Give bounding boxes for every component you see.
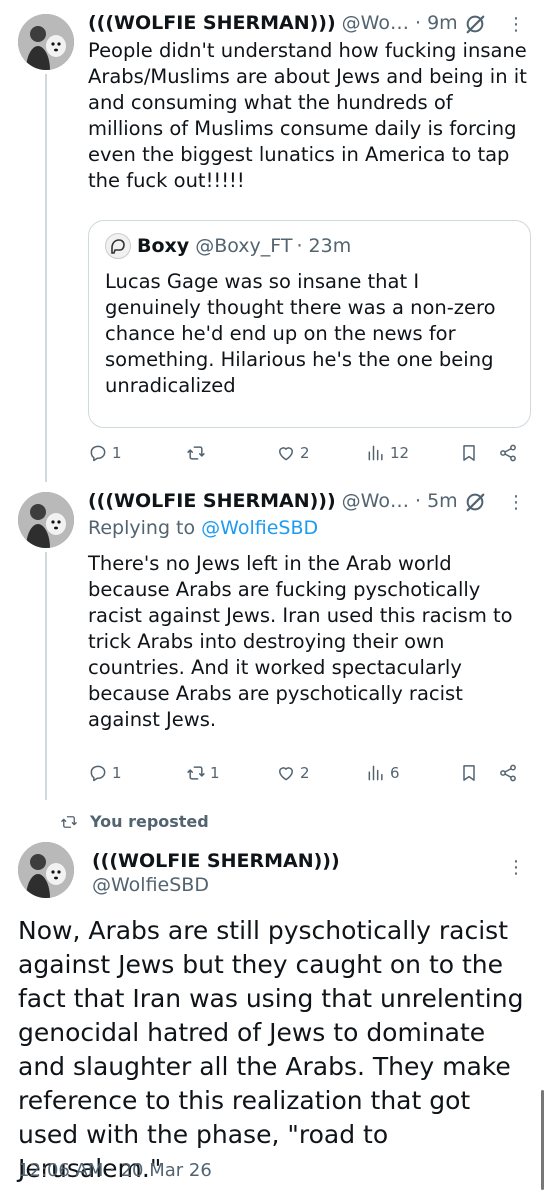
- replying-to-handle[interactable]: @WolfieSBD: [201, 517, 318, 539]
- avatar-image: [18, 492, 74, 548]
- bookmark-icon: [459, 763, 479, 783]
- quoted-tweet[interactable]: Boxy @Boxy_FT · 23m Lucas Gage was so in…: [88, 220, 531, 428]
- views-count: 12: [390, 444, 410, 462]
- quote-display-name[interactable]: Boxy: [137, 235, 189, 257]
- avatar[interactable]: [18, 492, 74, 548]
- speech-bubble-icon: [88, 443, 108, 463]
- grok-slash-circle-icon[interactable]: [464, 491, 486, 513]
- repost-button[interactable]: 1: [186, 763, 220, 783]
- thread-line: [45, 74, 47, 482]
- tweet-text: There's no Jews left in the Arab world b…: [88, 552, 513, 731]
- repost-count: 1: [210, 764, 220, 782]
- bookmark-button[interactable]: [459, 443, 479, 463]
- more-vertical-icon[interactable]: ⋮: [506, 15, 526, 35]
- repost-arrows-icon: [186, 763, 206, 783]
- share-icon: [498, 443, 518, 463]
- reply-button[interactable]: 1: [88, 763, 122, 783]
- repost-arrows-icon: [186, 443, 206, 463]
- repost-arrows-icon: [60, 813, 78, 831]
- timestamp[interactable]: · 5m: [415, 490, 458, 512]
- replying-to: Replying to @WolfieSBD: [88, 517, 318, 539]
- repost-button[interactable]: [186, 443, 210, 463]
- bar-chart-icon: [366, 443, 386, 463]
- handle[interactable]: @Wo…: [342, 490, 409, 512]
- like-count: 2: [300, 444, 310, 462]
- quote-text: Lucas Gage was so insane that I genuinel…: [105, 270, 496, 397]
- bookmark-button[interactable]: [459, 763, 479, 783]
- avatar[interactable]: [18, 842, 74, 898]
- share-button[interactable]: [498, 763, 518, 783]
- timestamp[interactable]: · 9m: [415, 12, 458, 34]
- scrollbar[interactable]: [541, 1090, 544, 1190]
- replying-prefix: Replying to: [88, 517, 202, 539]
- display-name[interactable]: (((WOLFIE SHERMAN))): [92, 850, 340, 872]
- grok-slash-circle-icon[interactable]: [464, 13, 486, 35]
- like-button[interactable]: 2: [276, 763, 310, 783]
- bar-chart-icon: [366, 763, 386, 783]
- avatar-image: [18, 14, 74, 70]
- like-count: 2: [300, 764, 310, 782]
- tweet-text: People didn't understand how fucking ins…: [88, 39, 527, 192]
- tweet-timestamp[interactable]: 12:06 AM · 20 Mar 26: [18, 1160, 212, 1181]
- reply-button[interactable]: 1: [88, 443, 122, 463]
- share-icon: [498, 763, 518, 783]
- views-count: 6: [390, 764, 400, 782]
- repost-banner-text: You reposted: [90, 812, 209, 831]
- display-name[interactable]: (((WOLFIE SHERMAN))): [88, 490, 336, 512]
- repost-banner: You reposted: [60, 812, 209, 831]
- heart-icon: [276, 443, 296, 463]
- more-vertical-icon[interactable]: ⋮: [506, 493, 526, 513]
- quote-handle[interactable]: @Boxy_FT: [195, 235, 292, 257]
- heart-icon: [276, 763, 296, 783]
- bookmark-icon: [459, 443, 479, 463]
- views-button[interactable]: 6: [366, 763, 400, 783]
- speech-bubble-icon: [88, 763, 108, 783]
- share-button[interactable]: [498, 443, 518, 463]
- reply-count: 1: [112, 444, 122, 462]
- avatar[interactable]: [18, 14, 74, 70]
- handle[interactable]: @WolfieSBD: [92, 874, 209, 896]
- avatar-image: [18, 842, 74, 898]
- quote-avatar[interactable]: [105, 233, 131, 259]
- handle[interactable]: @Wo…: [342, 12, 409, 34]
- display-name[interactable]: (((WOLFIE SHERMAN))): [88, 12, 336, 34]
- views-button[interactable]: 12: [366, 443, 409, 463]
- more-vertical-icon[interactable]: ⋮: [506, 858, 526, 878]
- thread-line: [45, 552, 47, 800]
- quote-timestamp[interactable]: · 23m: [296, 235, 351, 257]
- reply-count: 1: [112, 764, 122, 782]
- boxing-glove-icon: [111, 239, 125, 254]
- tweet-text: Now, Arabs are still pyschotically racis…: [18, 916, 524, 1183]
- like-button[interactable]: 2: [276, 443, 310, 463]
